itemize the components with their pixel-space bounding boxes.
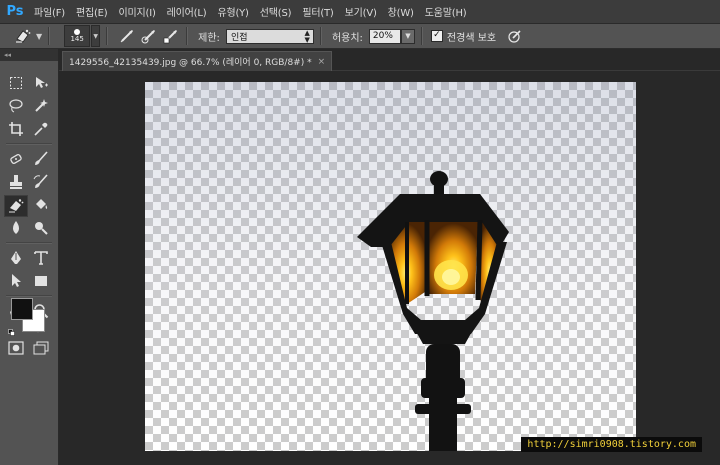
rectangle-tool-icon[interactable]	[30, 271, 52, 291]
separator	[420, 27, 423, 45]
sampling-once-icon[interactable]	[140, 27, 158, 45]
document-tab-title: 1429556_42135439.jpg @ 66.7% (레이어 0, RGB…	[69, 58, 312, 68]
menu-select[interactable]: 선택(S)	[260, 4, 292, 19]
separator	[186, 27, 189, 45]
default-colors-icon[interactable]	[8, 321, 15, 336]
menu-image[interactable]: 이미지(I)	[119, 4, 156, 19]
brush-picker-dropdown-icon[interactable]: ▼	[91, 25, 101, 47]
menu-window[interactable]: 창(W)	[388, 4, 414, 19]
street-lamp-image	[357, 171, 509, 451]
limits-select-value: 인접	[230, 32, 248, 43]
background-eraser-tool-preset-icon[interactable]	[14, 27, 32, 45]
paint-bucket-tool-icon[interactable]	[30, 195, 52, 215]
pressure-size-icon[interactable]	[506, 27, 524, 45]
tolerance-label: 허용치:	[331, 32, 363, 44]
tools-collapse-button[interactable]: ◂◂	[0, 49, 58, 61]
pen-tool-icon[interactable]	[5, 248, 27, 268]
brush-size: 145	[70, 35, 84, 43]
menu-file[interactable]: 파일(F)	[34, 4, 65, 19]
separator	[319, 27, 322, 45]
eyedropper-tool-icon[interactable]	[30, 119, 52, 139]
sampling-background-swatch-icon[interactable]	[162, 27, 180, 45]
menu-bar: Ps 파일(F) 편집(E) 이미지(I) 레이어(L) 유형(Y) 선택(S)…	[0, 0, 720, 24]
select-arrows-icon: ▲ ▼	[304, 28, 310, 44]
move-tool-icon[interactable]	[30, 73, 52, 93]
clone-stamp-tool-icon[interactable]	[5, 172, 27, 192]
foreground-color-swatch[interactable]	[11, 298, 33, 320]
history-brush-tool-icon[interactable]	[30, 172, 52, 192]
tool-preset-dropdown-icon[interactable]: ▼	[36, 32, 42, 41]
brush-picker[interactable]: 145	[64, 25, 91, 47]
tolerance-dropdown-icon[interactable]: ▼	[400, 28, 415, 44]
canvas-workspace: http://simri0908.tistory.com	[59, 71, 720, 465]
tolerance-value: 20%	[372, 31, 393, 41]
menu-help[interactable]: 도움말(H)	[425, 4, 467, 19]
tolerance-input[interactable]: 20%	[368, 28, 401, 44]
tools-separator	[6, 295, 52, 297]
blur-tool-icon[interactable]	[5, 218, 27, 238]
crop-tool-icon[interactable]	[5, 119, 27, 139]
brush-tool-icon[interactable]	[30, 149, 52, 169]
quick-selection-tool-icon[interactable]	[30, 96, 52, 116]
limits-select[interactable]: 인접 ▲ ▼	[225, 28, 314, 44]
menu-filter[interactable]: 필터(T)	[302, 4, 334, 19]
tools-separator	[6, 242, 52, 244]
menu-layer[interactable]: 레이어(L)	[167, 4, 207, 19]
document-tab[interactable]: 1429556_42135439.jpg @ 66.7% (레이어 0, RGB…	[62, 51, 333, 71]
lasso-tool-icon[interactable]	[5, 96, 27, 116]
background-eraser-tool-icon[interactable]	[4, 195, 28, 217]
close-tab-icon[interactable]: ×	[318, 57, 326, 67]
document-tab-bar: 1429556_42135439.jpg @ 66.7% (레이어 0, RGB…	[59, 49, 720, 71]
options-bar: ▼ 145 ▼ 제한: 인접 ▲ ▼ 허용치: 20% ▼ ✓ 전경색 보호	[0, 24, 720, 49]
separator	[106, 27, 109, 45]
screen-mode-icon[interactable]	[30, 338, 52, 358]
menu-view[interactable]: 보기(V)	[345, 4, 377, 19]
limits-label: 제한:	[198, 32, 220, 44]
quick-mask-icon[interactable]	[5, 338, 27, 358]
menu-type[interactable]: 유형(Y)	[217, 4, 249, 19]
photoshop-logo[interactable]: Ps	[4, 3, 26, 20]
path-selection-tool-icon[interactable]	[5, 271, 27, 291]
protect-foreground-label: 전경색 보호	[446, 32, 497, 44]
marquee-tool-icon[interactable]	[5, 73, 27, 93]
watermark-url: http://simri0908.tistory.com	[521, 437, 702, 452]
menu-edit[interactable]: 편집(E)	[76, 4, 108, 19]
document-canvas[interactable]	[145, 82, 636, 451]
tools-panel	[0, 61, 59, 465]
checkmark-icon: ✓	[433, 30, 441, 40]
dodge-tool-icon[interactable]	[30, 218, 52, 238]
separator	[48, 27, 51, 45]
sampling-continuous-icon[interactable]	[118, 27, 136, 45]
protect-foreground-checkbox[interactable]: ✓	[430, 30, 443, 42]
spot-healing-brush-tool-icon[interactable]	[5, 149, 27, 169]
type-tool-icon[interactable]	[30, 248, 52, 268]
tools-separator	[6, 143, 52, 145]
